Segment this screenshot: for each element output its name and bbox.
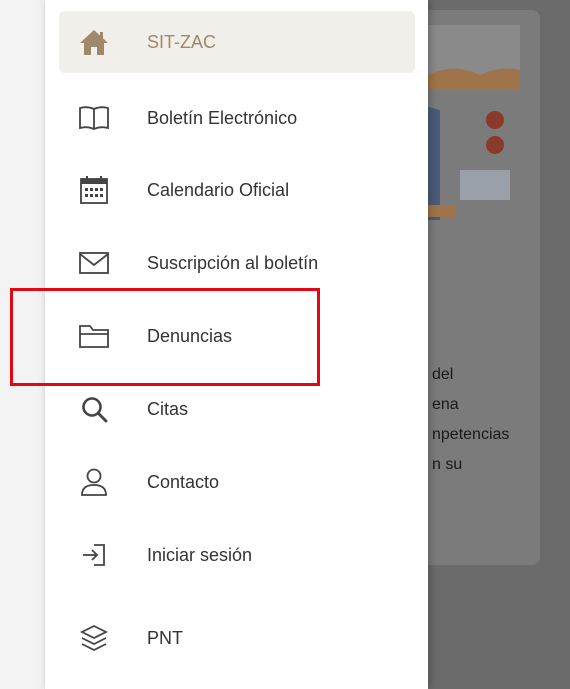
- menu-item-citas[interactable]: Citas: [59, 378, 415, 440]
- background-text: del ena npetencias n su: [432, 360, 509, 480]
- menu-item-label: PNT: [147, 627, 183, 648]
- menu-item-label: SIT-ZAC: [147, 31, 217, 52]
- menu-item-label: Citas: [147, 398, 189, 419]
- menu-item-iniciar-sesion[interactable]: Iniciar sesión: [59, 524, 415, 586]
- bg-text-line: n su: [432, 456, 463, 473]
- menu-item-label: Calendario Oficial: [147, 179, 290, 200]
- layers-icon: [77, 621, 111, 655]
- bg-text-line: npetencias: [432, 426, 510, 443]
- menu-item-contacto[interactable]: Contacto: [59, 451, 415, 513]
- home-icon: [77, 25, 111, 59]
- mail-icon: [77, 246, 111, 280]
- menu-item-calendario[interactable]: Calendario Oficial: [59, 159, 415, 221]
- bg-text-line: ena: [432, 396, 459, 413]
- menu-item-label: Suscripción al boletín: [147, 252, 319, 273]
- calendar-icon: [77, 173, 111, 207]
- menu-item-label: Iniciar sesión: [147, 544, 253, 565]
- menu-item-boletin[interactable]: Boletín Electrónico: [59, 87, 415, 149]
- bg-text-line: del: [432, 366, 454, 383]
- highlight-box: [10, 288, 320, 386]
- user-icon: [77, 465, 111, 499]
- menu-item-pnt[interactable]: PNT: [59, 607, 415, 669]
- search-icon: [77, 392, 111, 426]
- menu-item-suscripcion[interactable]: Suscripción al boletín: [59, 232, 415, 294]
- menu-item-sit-zac[interactable]: SIT-ZAC: [59, 11, 415, 73]
- menu-item-label: Contacto: [147, 471, 220, 492]
- login-icon: [77, 538, 111, 572]
- menu-item-label: Boletín Electrónico: [147, 107, 298, 128]
- book-icon: [77, 101, 111, 135]
